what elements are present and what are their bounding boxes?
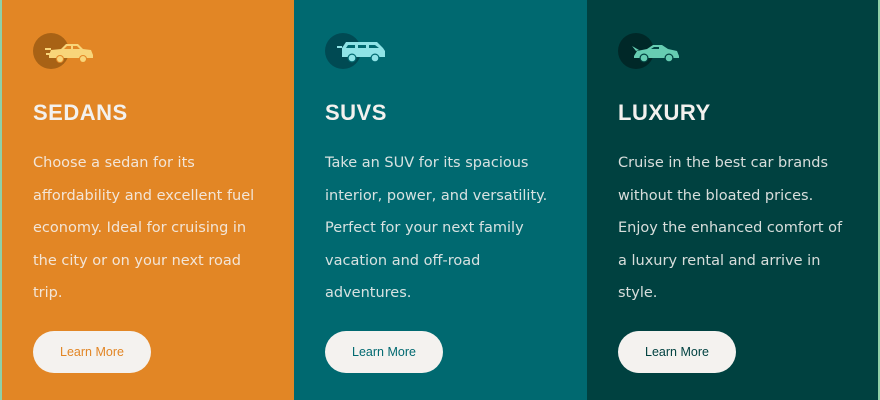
learn-more-button[interactable]: Learn More: [618, 331, 736, 373]
card-suvs: SUVS Take an SUV for its spacious interi…: [294, 0, 587, 400]
card-title: SEDANS: [33, 100, 128, 125]
suv-car-glyph: [337, 42, 385, 63]
card-luxury: LUXURY Cruise in the best car brands wit…: [587, 0, 878, 400]
learn-more-button[interactable]: Learn More: [33, 331, 151, 373]
card-description: Choose a sedan for its affordability and…: [33, 155, 255, 301]
card-title: LUXURY: [618, 100, 711, 125]
luxury-car-glyph: [632, 45, 679, 63]
learn-more-button[interactable]: Learn More: [325, 331, 443, 373]
card-title: SUVS: [325, 100, 387, 125]
card-description: Cruise in the best car brands without th…: [618, 155, 843, 301]
sedan-car-icon: [33, 33, 97, 69]
card-description: Take an SUV for its spacious interior, p…: [325, 155, 548, 301]
car-categories-section: SEDANS Choose a sedan for its affordabil…: [0, 0, 880, 400]
suv-car-icon: [325, 33, 389, 69]
luxury-car-icon: [618, 33, 682, 69]
card-sedans: SEDANS Choose a sedan for its affordabil…: [2, 0, 294, 400]
sedan-car-glyph: [45, 44, 93, 63]
